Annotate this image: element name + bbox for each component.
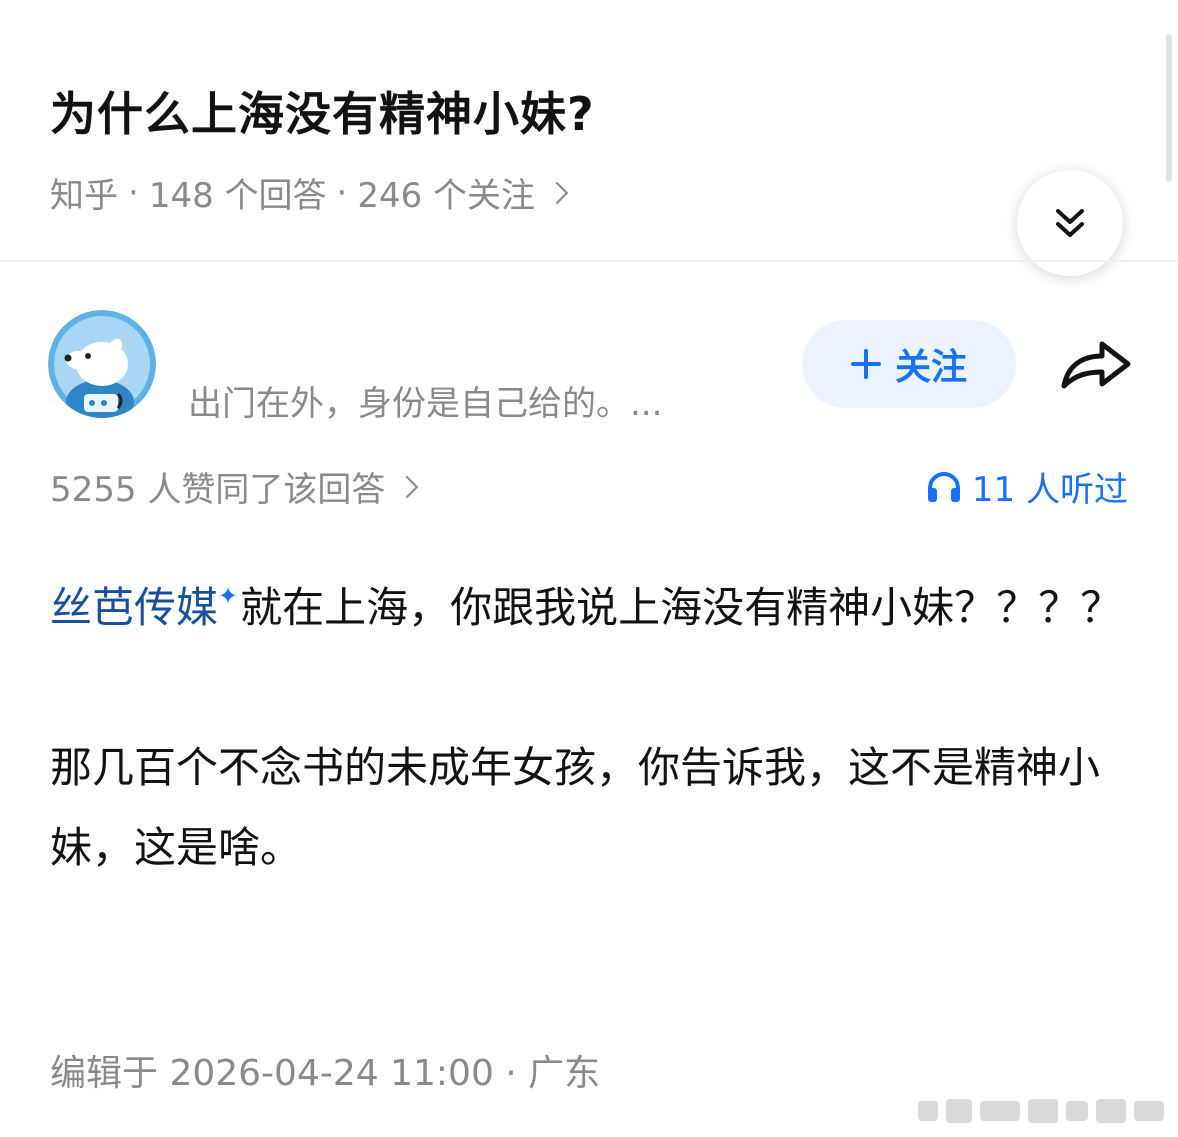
author-bio: 出门在外，身份是自己给的。... [188, 384, 663, 424]
meta-separator: · [336, 172, 348, 213]
listen-info[interactable]: 11 人听过 [926, 462, 1128, 511]
chevron-right-icon [545, 181, 569, 204]
listen-text: 11 人听过 [971, 470, 1128, 510]
scrollbar[interactable] [1166, 34, 1172, 182]
upvote-info[interactable]: 5255 人赞同了该回答 [50, 462, 419, 511]
question-title[interactable]: 为什么上海没有精神小妹? [50, 78, 595, 144]
question-meta[interactable]: 知乎 · 148 个回答 · 246 个关注 [50, 168, 569, 217]
edit-info: 编辑于 2026-04-24 11:00 · 广东 [50, 1053, 601, 1094]
watermark [918, 1099, 1164, 1123]
divider [0, 260, 1178, 262]
upvote-text: 5255 人赞同了该回答 [50, 470, 386, 510]
sparkle-icon: ✦ [218, 582, 239, 610]
answer-text: 就在上海，你跟我说上海没有精神小妹？？？？ [240, 583, 1123, 632]
answer-body: 丝芭传媒✦就在上海，你跟我说上海没有精神小妹？？？？ 那几百个不念书的未成年女孩… [50, 556, 1135, 888]
answer-paragraph: 丝芭传媒✦就在上海，你跟我说上海没有精神小妹？？？？ [50, 556, 1135, 648]
follow-label: 关注 [894, 347, 967, 388]
meta-separator: · [128, 172, 139, 213]
source-label: 知乎 [50, 176, 118, 216]
follow-button[interactable]: 关注 [802, 320, 1016, 408]
followers-count: 246 个关注 [357, 176, 536, 216]
answers-count: 148 个回答 [148, 176, 327, 216]
mention-link[interactable]: 丝芭传媒 [50, 583, 218, 632]
plus-icon [850, 349, 881, 379]
share-arrow-icon[interactable] [1058, 334, 1134, 394]
headphones-icon [927, 471, 960, 502]
avatar[interactable] [48, 310, 156, 418]
chevron-right-icon [396, 475, 419, 498]
answer-paragraph: 那几百个不念书的未成年女孩，你告诉我，这不是精神小妹，这是啥。 [50, 743, 1101, 872]
double-chevron-down-icon [1056, 209, 1084, 237]
